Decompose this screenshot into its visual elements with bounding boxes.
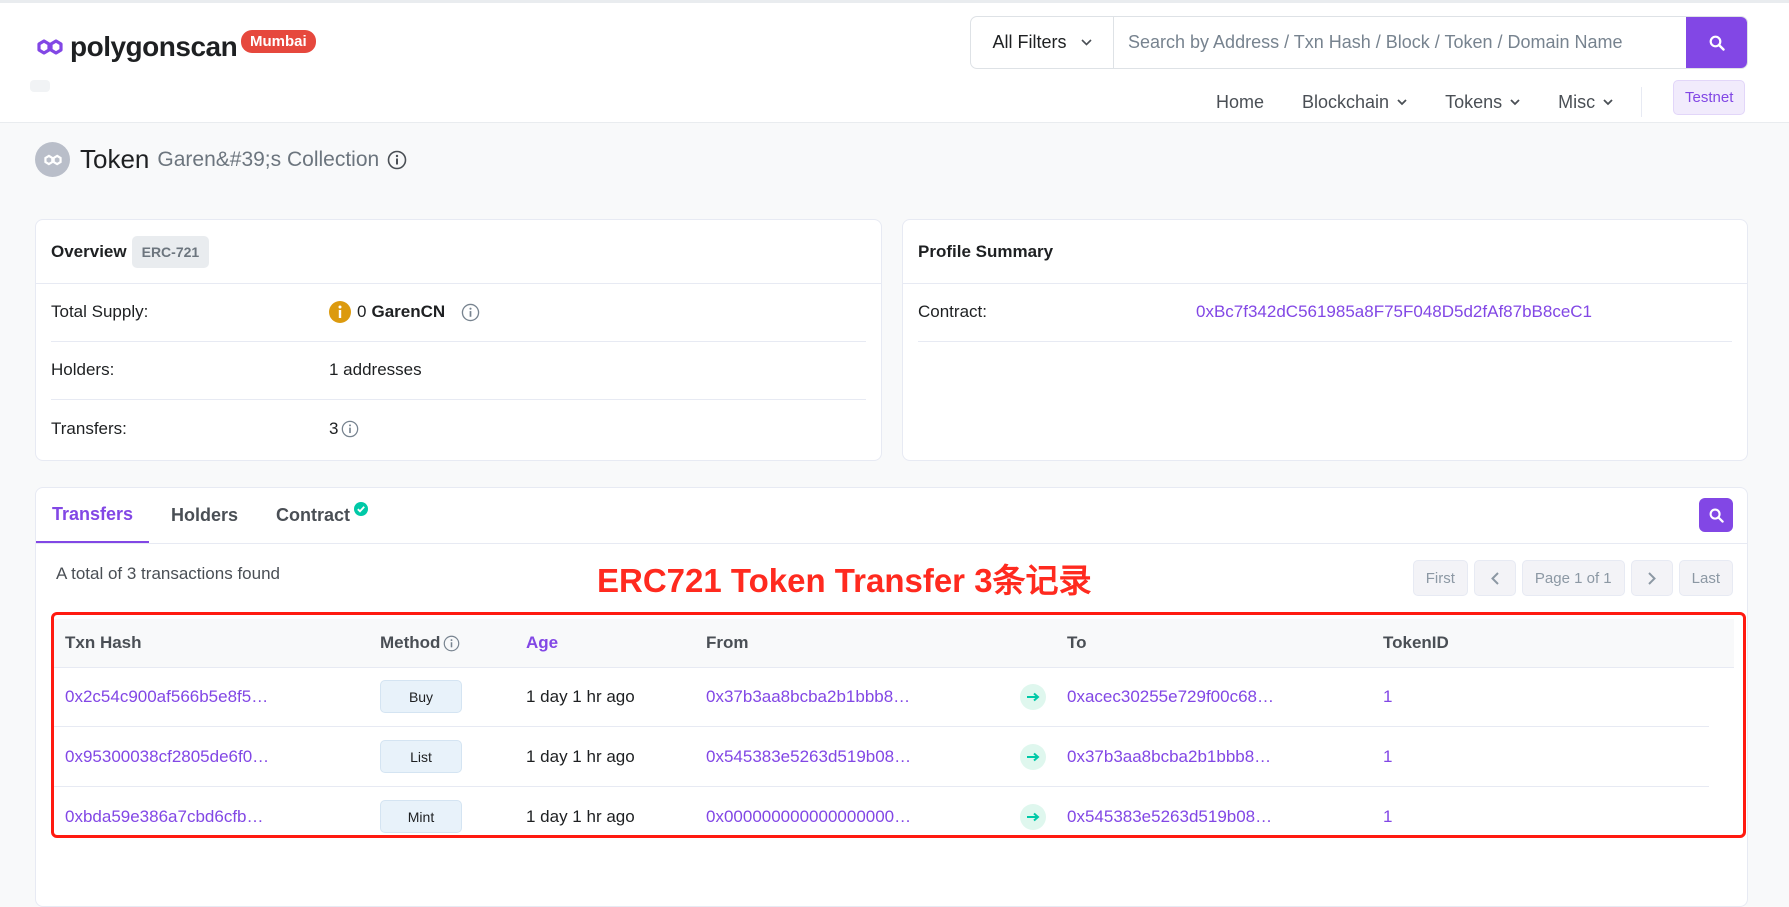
info-icon[interactable] (341, 420, 359, 438)
last-page-button[interactable]: Last (1678, 560, 1733, 596)
nav-home[interactable]: Home (1216, 92, 1264, 113)
first-page-button[interactable]: First (1412, 560, 1468, 596)
transfers-count: 3 (329, 419, 339, 438)
chevron-down-icon (1603, 98, 1613, 105)
overview-card: Overview ERC-721 Total Supply: 0 GarenCN… (35, 219, 882, 461)
logo[interactable]: polygonscan (34, 31, 238, 63)
transfers-row: Transfers: 3 (51, 400, 866, 458)
tab-contract-label: Contract (276, 505, 351, 525)
overview-title: Overview (51, 241, 127, 261)
chevron-left-icon (1490, 571, 1499, 585)
tab-contract[interactable]: Contract (276, 488, 369, 543)
token-standard-badge: ERC-721 (131, 235, 210, 268)
main-nav: Home Blockchain Tokens Misc (1216, 87, 1662, 117)
nav-tokens-label: Tokens (1445, 91, 1503, 112)
nav-home-label: Home (1216, 91, 1265, 112)
transaction-count-text: A total of 3 transactions found (56, 564, 280, 583)
transfers-label: Transfers: (51, 419, 127, 438)
search-bar: All Filters (970, 16, 1748, 69)
next-page-button[interactable] (1630, 560, 1673, 596)
total-supply-label: Total Supply: (51, 302, 149, 321)
contract-label: Contract: (918, 302, 987, 321)
tab-bar: Transfers Holders Contract (36, 488, 1747, 544)
search-button[interactable] (1686, 17, 1747, 68)
info-icon[interactable] (387, 150, 407, 170)
logo-text: polygonscan (70, 31, 238, 62)
nav-misc-label: Misc (1558, 91, 1596, 112)
site-header: polygonscan Mumbai All Filters Home Bloc… (0, 0, 1789, 123)
warning-info-icon (329, 301, 351, 323)
filter-select[interactable]: All Filters (971, 17, 1114, 68)
token-symbol: GarenCN (371, 302, 446, 321)
tab-search-button[interactable] (1699, 498, 1733, 532)
transfers-card: Transfers Holders Contract A total of 3 … (35, 487, 1748, 907)
tab-holders[interactable]: Holders (171, 488, 238, 543)
token-name: Garen&#39;s Collection (157, 147, 380, 171)
profile-summary-title: Profile Summary (918, 241, 1054, 261)
tab-transfers[interactable]: Transfers (36, 488, 150, 543)
page-title-text: Token (80, 144, 150, 174)
transfers-value: 3 (329, 419, 359, 439)
pagination: First Page 1 of 1 Last (1412, 560, 1733, 596)
chevron-right-icon (1647, 571, 1656, 585)
token-avatar (35, 142, 70, 177)
network-badge: Mumbai (241, 30, 316, 53)
tab-transfers-label: Transfers (52, 504, 134, 524)
contract-address-link[interactable]: 0xBc7f342dC561985a8F75F048D5d2fAf87bB8ce… (1196, 302, 1592, 322)
verified-check-icon (354, 501, 369, 516)
profile-summary-card: Profile Summary Contract: 0xBc7f342dC561… (902, 219, 1748, 461)
profile-summary-header: Profile Summary (903, 220, 1747, 284)
overview-header: Overview ERC-721 (36, 220, 881, 284)
search-input[interactable] (1114, 17, 1686, 68)
token-logo-icon (43, 154, 62, 165)
holders-row: Holders: 1 addresses (51, 341, 866, 400)
nav-misc[interactable]: Misc (1558, 92, 1613, 113)
nav-blockchain[interactable]: Blockchain (1302, 92, 1407, 113)
logo-placeholder (30, 80, 50, 92)
total-supply-row: Total Supply: 0 GarenCN (51, 283, 866, 342)
holders-value: 1 addresses (329, 360, 422, 379)
nav-divider (1641, 87, 1643, 117)
testnet-button[interactable]: Testnet (1673, 80, 1746, 115)
page-indicator: Page 1 of 1 (1521, 560, 1625, 596)
total-supply-amount: 0 (357, 302, 367, 321)
nav-tokens[interactable]: Tokens (1445, 92, 1520, 113)
search-icon (1709, 35, 1725, 51)
page-title: Token Garen&#39;s Collection (35, 142, 407, 177)
chevron-down-icon (1510, 98, 1520, 105)
polygon-logo-icon (37, 39, 63, 55)
annotation-label: ERC721 Token Transfer 3条记录 (597, 562, 1092, 599)
holders-label: Holders: (51, 360, 115, 379)
annotation-highlight-box (51, 612, 1746, 838)
chevron-down-icon (1080, 39, 1092, 46)
contract-row: Contract: 0xBc7f342dC561985a8F75F048D5d2… (918, 283, 1732, 342)
chevron-down-icon (1397, 98, 1407, 105)
tab-holders-label: Holders (171, 505, 239, 525)
nav-blockchain-label: Blockchain (1302, 91, 1390, 112)
filter-label: All Filters (992, 32, 1067, 52)
search-icon (1709, 508, 1724, 523)
total-supply-value: 0 GarenCN (329, 301, 480, 323)
info-icon[interactable] (461, 303, 480, 322)
prev-page-button[interactable] (1473, 560, 1516, 596)
